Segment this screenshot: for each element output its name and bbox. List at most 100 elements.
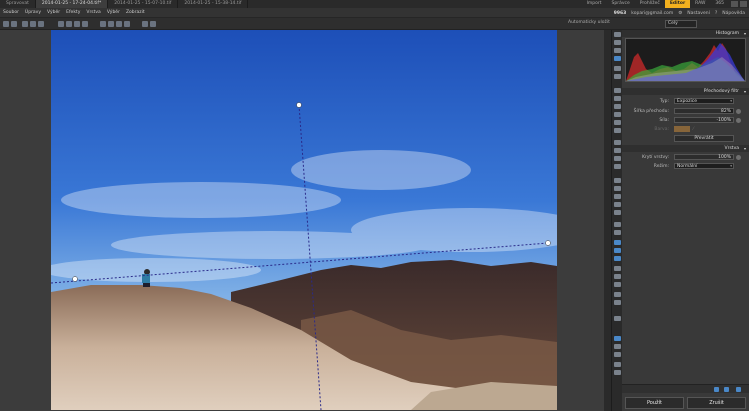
tool-icon[interactable]	[614, 230, 621, 235]
tool-icon[interactable]	[614, 194, 621, 199]
tool-icon[interactable]	[614, 104, 621, 109]
gradient-filter-header[interactable]: Přechodový filtr ▾	[622, 88, 749, 95]
tool-icon[interactable]	[614, 316, 621, 321]
zoom-select[interactable]: Celý	[665, 20, 697, 28]
tab-document[interactable]: 2014-01-25 - 15-38-14.tif	[178, 0, 249, 8]
zoom-in-icon[interactable]	[100, 21, 106, 27]
tool-icon[interactable]	[614, 300, 621, 305]
reset-icon[interactable]	[736, 109, 741, 114]
opacity-slider[interactable]: 100%	[674, 154, 734, 160]
help-link[interactable]: Nápověda	[722, 11, 745, 16]
tool-icon[interactable]	[614, 32, 621, 37]
tool-icon[interactable]	[614, 266, 621, 271]
menu-layer[interactable]: Vrstva	[83, 10, 103, 15]
gradient-handle-left[interactable]	[72, 276, 78, 282]
menu-effects[interactable]: Efekty	[63, 10, 83, 15]
tool-icon[interactable]	[614, 140, 621, 145]
reset-icon[interactable]	[736, 118, 741, 123]
tab-document-active[interactable]: 2014-01-25 - 17-24-04.tif*	[35, 0, 109, 8]
photo-canvas[interactable]	[51, 30, 557, 410]
minimize-icon[interactable]	[731, 1, 738, 7]
reset-all-icon[interactable]	[736, 387, 741, 392]
tool-icon[interactable]	[614, 370, 621, 375]
histogram-header[interactable]: Histogram ▾	[622, 30, 749, 37]
strength-slider[interactable]: -100%	[674, 117, 734, 123]
tab-document[interactable]: 2014-01-25 - 15-07-10.tif	[108, 0, 179, 8]
tool-icon[interactable]	[614, 344, 621, 349]
type-select[interactable]: Expozice ▾	[674, 98, 734, 104]
tool-icon[interactable]	[614, 186, 621, 191]
tool-icon[interactable]	[614, 40, 621, 45]
menu-view[interactable]: Zobrazit	[123, 10, 148, 15]
tool-icon[interactable]	[614, 178, 621, 183]
flip-icon[interactable]	[38, 21, 44, 27]
settings-link[interactable]: Nastavení	[687, 11, 710, 16]
actual-size-icon[interactable]	[124, 21, 130, 27]
tool-icon[interactable]	[614, 56, 621, 61]
tool-icon[interactable]	[614, 256, 621, 261]
mode-365[interactable]: 365	[710, 0, 729, 8]
menu-selection[interactable]: Výběr	[104, 10, 123, 15]
cancel-button[interactable]: Zrušit	[687, 397, 746, 409]
mode-import[interactable]: Import	[582, 0, 607, 8]
compare-icon[interactable]	[142, 21, 148, 27]
close-icon[interactable]	[740, 1, 747, 7]
tool-icon[interactable]	[614, 222, 621, 227]
tool-icon[interactable]	[614, 66, 621, 71]
load-preset-icon[interactable]	[724, 387, 729, 392]
color-swatch[interactable]	[674, 126, 690, 132]
reset-icon[interactable]	[736, 155, 741, 160]
mode-editor[interactable]: Editor	[664, 0, 691, 8]
vertical-scrollbar[interactable]	[604, 30, 611, 411]
zoom-out-icon[interactable]	[108, 21, 114, 27]
fullscreen-icon[interactable]	[150, 21, 156, 27]
mode-raw[interactable]: RAW	[690, 0, 710, 8]
invert-button[interactable]: Převrátit	[674, 135, 734, 142]
blend-mode-select[interactable]: Normální ▾	[674, 163, 734, 169]
crop-icon[interactable]	[22, 21, 28, 27]
tool-icon[interactable]	[614, 96, 621, 101]
tool-icon[interactable]	[614, 128, 621, 133]
user-email[interactable]: kopari@gmail.com	[631, 11, 673, 16]
help-icon[interactable]: ?	[715, 11, 717, 16]
tool-icon[interactable]	[614, 112, 621, 117]
tool-icon[interactable]	[614, 48, 621, 53]
fit-icon[interactable]	[116, 21, 122, 27]
tool-icon[interactable]	[614, 292, 621, 297]
tool-icon[interactable]	[614, 240, 621, 245]
menu-file[interactable]: Soubor	[0, 10, 22, 15]
tool-icon[interactable]	[614, 274, 621, 279]
save-preset-icon[interactable]	[714, 387, 719, 392]
tool-icon[interactable]	[614, 210, 621, 215]
tool-icon[interactable]	[614, 164, 621, 169]
tool-icon[interactable]	[614, 202, 621, 207]
mode-manager[interactable]: Správce	[607, 0, 635, 8]
resize-icon[interactable]	[58, 21, 64, 27]
menu-edit[interactable]: Úpravy	[22, 10, 44, 15]
tool-icon[interactable]	[614, 352, 621, 357]
canvas-icon[interactable]	[66, 21, 72, 27]
tab-manage[interactable]: Spravovat	[0, 0, 36, 8]
tool-icon[interactable]	[614, 120, 621, 125]
selection-icon[interactable]	[74, 21, 80, 27]
gradient-handle-right[interactable]	[545, 240, 551, 246]
layers-icon[interactable]	[82, 21, 88, 27]
tool-icon[interactable]	[614, 88, 621, 93]
canvas-workspace[interactable]	[0, 30, 611, 411]
redo-icon[interactable]	[11, 21, 17, 27]
undo-icon[interactable]	[3, 21, 9, 27]
width-slider[interactable]: 82%	[674, 108, 734, 114]
eyedropper-icon[interactable]: ⁄	[693, 126, 694, 133]
tool-icon[interactable]	[614, 248, 621, 253]
tool-icon[interactable]	[614, 362, 621, 367]
menu-select[interactable]: Výběr	[44, 10, 63, 15]
apply-button[interactable]: Použít	[625, 397, 684, 409]
gear-icon[interactable]: ⚙	[678, 11, 682, 16]
mode-viewer[interactable]: Prohlížeč	[635, 0, 665, 8]
tool-icon[interactable]	[614, 74, 621, 79]
tool-icon[interactable]	[614, 282, 621, 287]
tool-icon[interactable]	[614, 336, 621, 341]
tool-icon[interactable]	[614, 156, 621, 161]
rotate-icon[interactable]	[30, 21, 36, 27]
gradient-handle-top[interactable]	[296, 102, 302, 108]
